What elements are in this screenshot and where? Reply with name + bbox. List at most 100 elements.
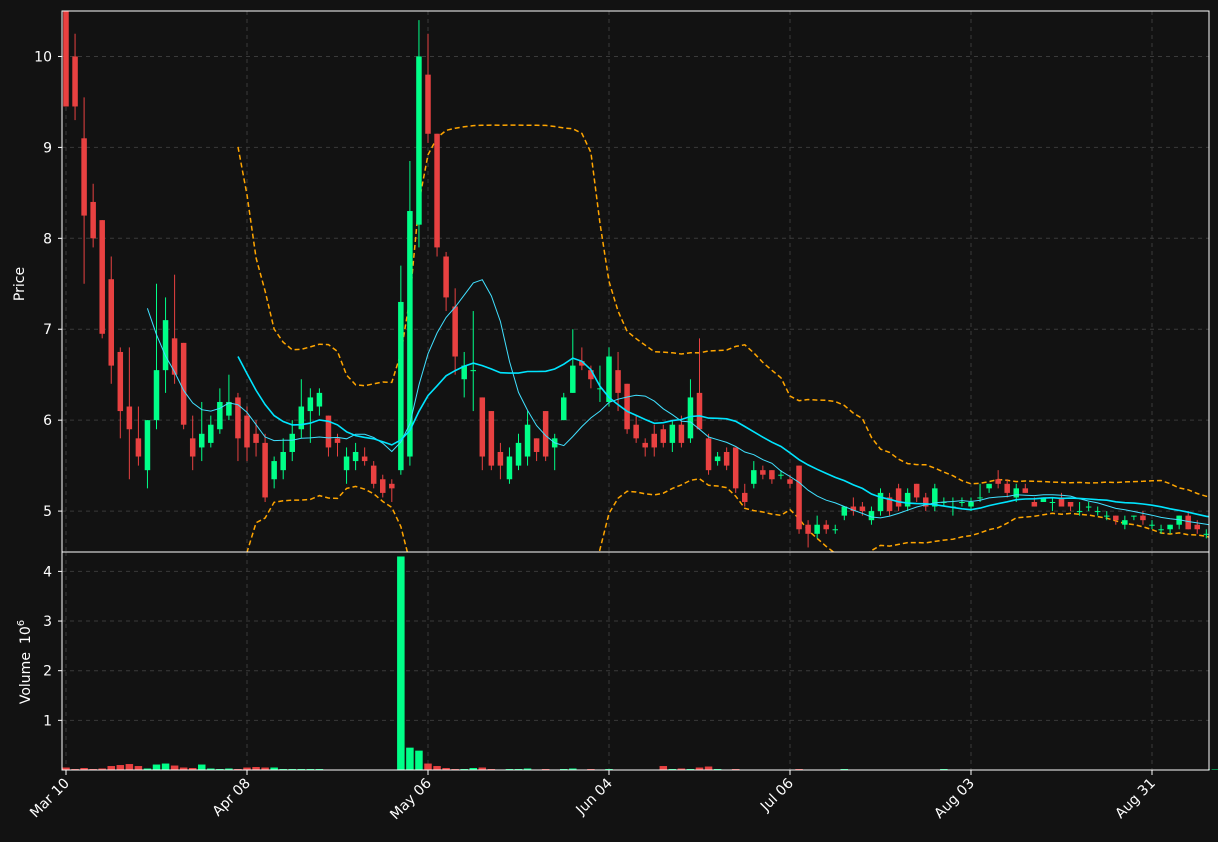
candle-body: [452, 306, 458, 357]
candle-body: [343, 456, 350, 471]
candle-body: [832, 529, 838, 531]
volume-bar: [424, 763, 432, 770]
candle-body: [660, 429, 667, 443]
candle-body: [1149, 524, 1155, 526]
candle-body: [162, 320, 169, 371]
candle-body: [570, 365, 576, 393]
candle-body: [1122, 520, 1128, 525]
candle-body: [1104, 515, 1110, 517]
candle-body: [913, 483, 920, 498]
candle-body: [796, 465, 802, 530]
volume-bar: [406, 747, 414, 770]
candle-body: [1004, 483, 1010, 493]
volume-tick-label: 4: [43, 564, 52, 580]
candle-body: [1031, 501, 1038, 507]
candle-body: [705, 438, 712, 471]
candle-body: [1203, 533, 1209, 535]
candle-body: [488, 411, 495, 466]
volume-axis-label-base: 10: [18, 626, 34, 644]
candle-body: [416, 56, 422, 225]
candle-body: [760, 470, 766, 475]
volume-bar: [134, 766, 143, 770]
candle-body: [633, 424, 639, 439]
volume-axis-label-text: Volume: [18, 652, 34, 704]
candle-body: [968, 501, 974, 507]
volume-bar: [161, 763, 170, 770]
candle-body: [986, 483, 992, 489]
candle-body: [787, 479, 793, 484]
price-tick-label: 7: [43, 322, 52, 338]
price-axis-label: Price: [12, 267, 28, 301]
candle-body: [1022, 488, 1029, 493]
price-tick-label: 9: [43, 140, 52, 156]
candle-body: [877, 492, 884, 512]
candle-body: [180, 342, 187, 425]
candle-body: [298, 406, 305, 430]
candle-body: [144, 420, 151, 471]
candle-body: [506, 456, 513, 480]
candle-body: [1194, 524, 1200, 530]
volume-bar: [125, 764, 134, 770]
volume-tick-label: 1: [43, 713, 52, 729]
candle-body: [380, 479, 386, 493]
volume-bar: [433, 766, 441, 770]
candle-body: [443, 256, 449, 298]
candle-body: [651, 433, 657, 448]
candle-body: [244, 415, 250, 448]
candle-body: [823, 524, 829, 530]
candle-body: [208, 424, 214, 443]
volume-bar: [415, 750, 423, 770]
candle-body: [723, 451, 730, 466]
candle-body: [859, 506, 866, 512]
candle-body: [732, 447, 739, 489]
candle-body: [769, 470, 775, 480]
candle-body: [1067, 501, 1074, 507]
candle-body: [189, 438, 196, 457]
candle-body: [361, 456, 368, 462]
candle-body: [271, 461, 277, 480]
candle-body: [289, 433, 295, 452]
candle-body: [904, 492, 911, 507]
candle-body: [1158, 529, 1164, 531]
volume-axis-label: Volume 106: [16, 620, 34, 704]
volume-tick-label: 2: [43, 664, 52, 680]
candle-body: [235, 397, 241, 439]
candle-body: [778, 474, 784, 476]
candle-body: [135, 438, 142, 457]
candle-body: [389, 483, 395, 489]
candle-body: [561, 397, 567, 421]
candle-body: [1013, 488, 1019, 498]
candle-body: [370, 465, 377, 484]
candle-body: [714, 456, 721, 462]
price-tick-label: 6: [43, 413, 52, 429]
price-tick-label: 10: [34, 49, 52, 65]
candle-body: [696, 392, 703, 430]
candle-body: [63, 11, 69, 107]
candle-body: [217, 401, 223, 430]
candle-body: [995, 479, 1001, 484]
candle-body: [117, 351, 124, 412]
volume-bar: [704, 766, 713, 770]
candle-body: [805, 524, 811, 534]
volume-bar: [397, 556, 405, 770]
candle-body: [90, 201, 96, 239]
candle-body: [316, 392, 323, 407]
candle-body: [1049, 501, 1056, 503]
candle-body: [153, 370, 160, 421]
candle-body: [253, 433, 259, 443]
candle-body: [669, 424, 676, 443]
candle-body: [352, 451, 359, 462]
candle-body: [524, 424, 531, 457]
candle-body: [407, 211, 413, 457]
volume-bar: [1211, 769, 1218, 771]
candle-body: [398, 301, 404, 471]
candle-body: [515, 442, 522, 466]
candle-body: [497, 451, 504, 466]
candle-body: [678, 424, 685, 443]
candle-body: [262, 442, 268, 498]
candle-body: [814, 524, 820, 534]
candle-body: [470, 370, 476, 372]
volume-axis-label-exponent: 6: [16, 620, 27, 626]
candle-body: [624, 383, 630, 430]
candle-body: [307, 397, 314, 412]
